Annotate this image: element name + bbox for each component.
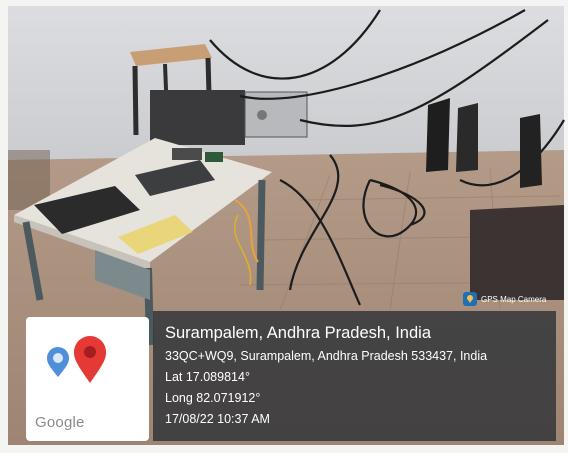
speaker [426, 98, 450, 172]
wall [8, 6, 564, 176]
google-logo: Google [35, 414, 85, 431]
badge-label: GPS Map Camera [481, 294, 547, 304]
gps-map-camera-badge: GPS Map Camera [463, 289, 565, 309]
place-name: Surampalem, Andhra Pradesh, India [165, 324, 431, 342]
address: 33QC+WQ9, Surampalem, Andhra Pradesh 533… [165, 349, 488, 363]
longitude: Long 82.071912° [165, 391, 261, 405]
map-pin-camera-icon [463, 292, 477, 306]
map-thumbnail: Google [26, 317, 149, 441]
datetime: 17/08/22 10:37 AM [165, 412, 270, 426]
location-pins-icon [47, 336, 106, 383]
location-info-panel: Surampalem, Andhra Pradesh, India 33QC+W… [153, 311, 556, 441]
latitude: Lat 17.089814° [165, 370, 250, 384]
speaker [520, 114, 542, 188]
speaker [456, 103, 478, 172]
